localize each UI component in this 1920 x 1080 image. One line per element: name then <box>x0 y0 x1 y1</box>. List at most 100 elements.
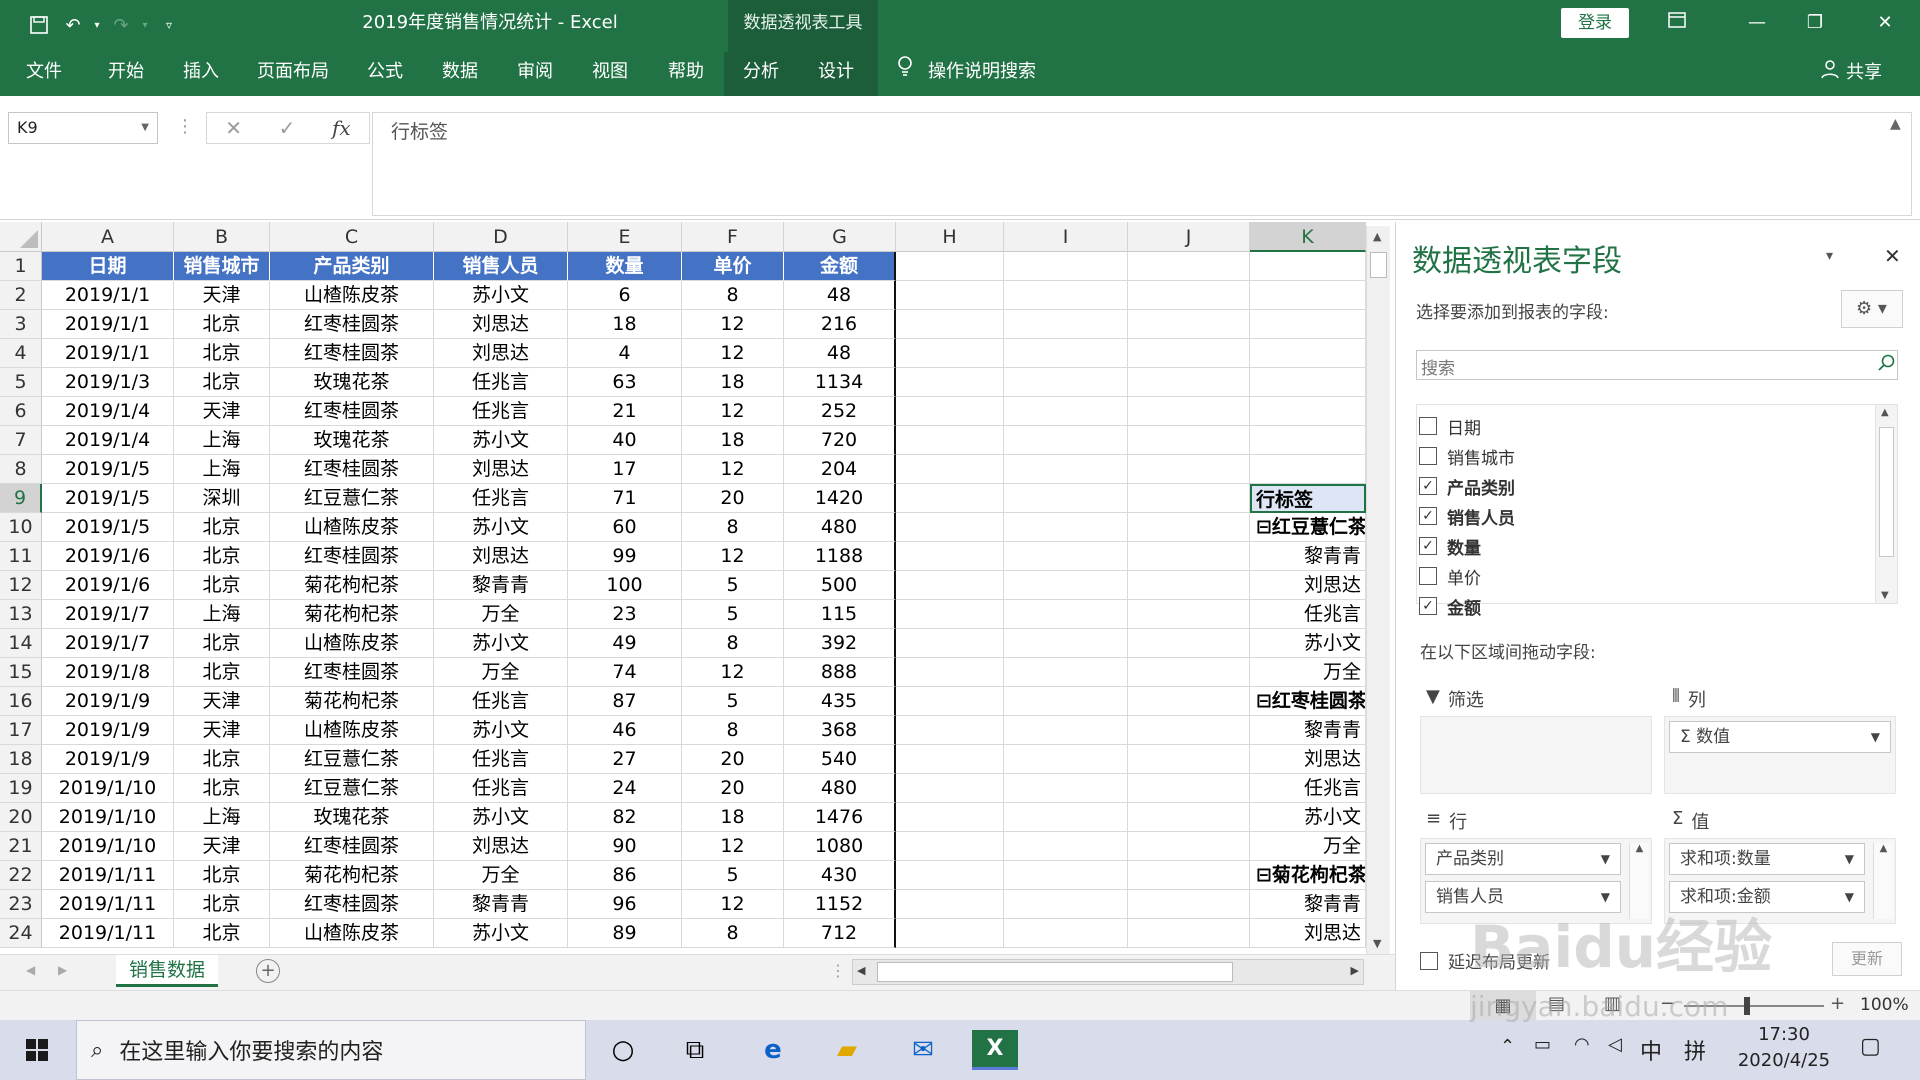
minimize-icon[interactable]: — <box>1732 6 1782 40</box>
empty-cell[interactable] <box>1128 658 1250 687</box>
pivot-cell[interactable]: ⊟菊花枸杞茶 <box>1250 861 1366 890</box>
columns-chip-values[interactable]: Σ 数值 ▼ <box>1669 721 1891 753</box>
table-cell[interactable]: 96 <box>568 890 682 919</box>
table-cell[interactable]: 48 <box>784 281 896 310</box>
empty-cell[interactable] <box>896 397 1004 426</box>
cortana-icon[interactable]: ○ <box>600 1030 646 1070</box>
empty-cell[interactable] <box>896 774 1004 803</box>
empty-cell[interactable] <box>1004 716 1128 745</box>
chevron-down-icon[interactable]: ▼ <box>141 113 149 143</box>
row-header[interactable]: 19 <box>0 774 42 803</box>
empty-cell[interactable] <box>896 745 1004 774</box>
next-sheet-icon[interactable]: ▶ <box>58 963 67 977</box>
table-cell[interactable]: 上海 <box>174 600 270 629</box>
table-cell[interactable]: 392 <box>784 629 896 658</box>
empty-cell[interactable] <box>1004 281 1128 310</box>
empty-cell[interactable] <box>1004 687 1128 716</box>
scroll-up-icon[interactable]: ▲ <box>1881 407 1889 418</box>
ribbon-display-icon[interactable] <box>1652 6 1702 40</box>
table-cell[interactable]: 1152 <box>784 890 896 919</box>
table-cell[interactable]: 12 <box>682 397 784 426</box>
table-cell[interactable]: 苏小文 <box>434 281 568 310</box>
pivot-cell[interactable]: 刘思达 <box>1250 745 1366 774</box>
table-cell[interactable]: 4 <box>568 339 682 368</box>
table-cell[interactable]: 720 <box>784 426 896 455</box>
table-header-cell[interactable]: 数量 <box>568 252 682 281</box>
table-cell[interactable]: 北京 <box>174 629 270 658</box>
row-header[interactable]: 24 <box>0 919 42 948</box>
column-header-h[interactable]: H <box>896 222 1004 252</box>
table-cell[interactable]: 204 <box>784 455 896 484</box>
table-header-cell[interactable]: 产品类别 <box>270 252 434 281</box>
table-cell[interactable]: 2019/1/3 <box>42 368 174 397</box>
update-button[interactable]: 更新 <box>1832 942 1902 976</box>
table-cell[interactable]: 2019/1/10 <box>42 774 174 803</box>
table-cell[interactable]: 刘思达 <box>434 310 568 339</box>
table-cell[interactable]: 12 <box>682 658 784 687</box>
table-cell[interactable]: 天津 <box>174 832 270 861</box>
empty-cell[interactable] <box>1004 368 1128 397</box>
empty-cell[interactable] <box>1128 861 1250 890</box>
volume-icon[interactable]: ◁ <box>1608 1034 1622 1055</box>
field-item[interactable]: ✓ 销售人员 <box>1419 501 1515 531</box>
table-cell[interactable]: 天津 <box>174 687 270 716</box>
table-cell[interactable]: 红枣桂圆茶 <box>270 310 434 339</box>
table-cell[interactable]: 100 <box>568 571 682 600</box>
table-cell[interactable]: 任兆言 <box>434 774 568 803</box>
empty-cell[interactable] <box>896 281 1004 310</box>
pivot-cell[interactable]: 刘思达 <box>1250 919 1366 948</box>
table-cell[interactable]: 苏小文 <box>434 513 568 542</box>
field-item[interactable]: 销售城市 <box>1419 441 1515 471</box>
column-header-b[interactable]: B <box>174 222 270 252</box>
table-cell[interactable]: 黎青青 <box>434 571 568 600</box>
pivot-cell[interactable]: 万全 <box>1250 658 1366 687</box>
empty-cell[interactable] <box>1250 252 1366 281</box>
table-header-cell[interactable]: 销售城市 <box>174 252 270 281</box>
empty-cell[interactable] <box>1250 426 1366 455</box>
table-cell[interactable]: 63 <box>568 368 682 397</box>
table-cell[interactable]: 北京 <box>174 571 270 600</box>
ime-pinyin[interactable]: 拼 <box>1684 1034 1706 1066</box>
table-cell[interactable]: 2019/1/7 <box>42 600 174 629</box>
empty-cell[interactable] <box>1128 832 1250 861</box>
customize-qat-icon[interactable]: ▿ <box>152 8 186 42</box>
empty-cell[interactable] <box>1128 571 1250 600</box>
table-cell[interactable]: 18 <box>568 310 682 339</box>
table-cell[interactable]: 27 <box>568 745 682 774</box>
table-cell[interactable]: 玫瑰花茶 <box>270 426 434 455</box>
empty-cell[interactable] <box>1128 600 1250 629</box>
empty-cell[interactable] <box>1004 513 1128 542</box>
field-item[interactable]: 单价 <box>1419 561 1481 591</box>
table-cell[interactable]: 20 <box>682 745 784 774</box>
table-cell[interactable]: 菊花枸杞茶 <box>270 571 434 600</box>
filter-drop-area[interactable] <box>1420 716 1652 794</box>
column-header-e[interactable]: E <box>568 222 682 252</box>
sheet-tab-sales[interactable]: 销售数据 <box>116 955 218 987</box>
table-cell[interactable]: 北京 <box>174 861 270 890</box>
empty-cell[interactable] <box>1004 803 1128 832</box>
table-cell[interactable]: 46 <box>568 716 682 745</box>
table-cell[interactable]: 2019/1/9 <box>42 745 174 774</box>
empty-cell[interactable] <box>896 455 1004 484</box>
table-cell[interactable]: 任兆言 <box>434 687 568 716</box>
chevron-down-icon[interactable]: ▼ <box>1871 726 1880 748</box>
table-cell[interactable]: 12 <box>682 455 784 484</box>
empty-cell[interactable] <box>896 339 1004 368</box>
field-item[interactable]: ✓ 金额 <box>1419 591 1481 621</box>
table-cell[interactable]: 500 <box>784 571 896 600</box>
table-cell[interactable]: 玫瑰花茶 <box>270 803 434 832</box>
field-checkbox[interactable] <box>1419 447 1437 465</box>
row-header[interactable]: 22 <box>0 861 42 890</box>
table-cell[interactable]: 12 <box>682 542 784 571</box>
table-cell[interactable]: 18 <box>682 803 784 832</box>
table-cell[interactable]: 1476 <box>784 803 896 832</box>
scroll-left-icon[interactable]: ◀ <box>857 964 865 977</box>
table-cell[interactable]: 北京 <box>174 310 270 339</box>
table-cell[interactable]: 60 <box>568 513 682 542</box>
table-cell[interactable]: 北京 <box>174 542 270 571</box>
horizontal-thumb[interactable] <box>877 962 1233 982</box>
table-cell[interactable]: 苏小文 <box>434 629 568 658</box>
table-cell[interactable]: 49 <box>568 629 682 658</box>
empty-cell[interactable] <box>896 571 1004 600</box>
table-cell[interactable]: 菊花枸杞茶 <box>270 687 434 716</box>
